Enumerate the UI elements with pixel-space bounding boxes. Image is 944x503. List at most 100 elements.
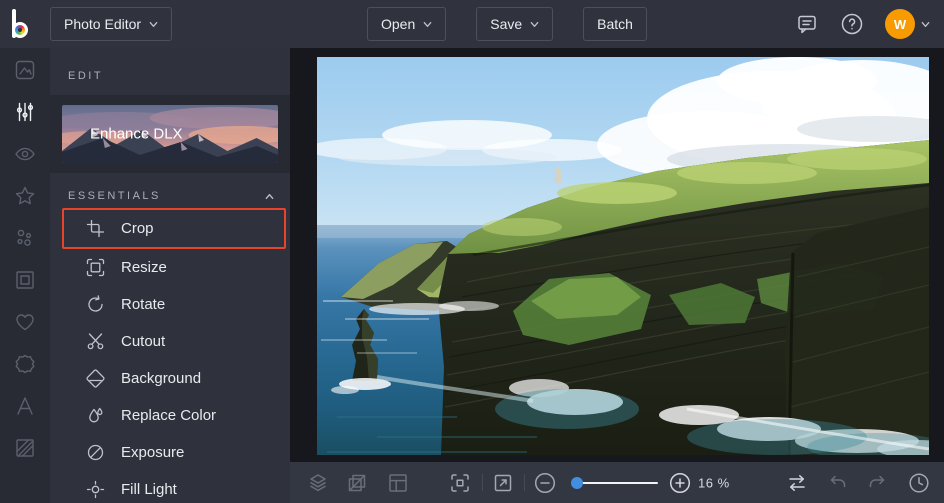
photo-editor-app: Photo Editor Open Save Batch W EDIT Enha… [0, 0, 944, 503]
zoom-out-button[interactable] [534, 472, 556, 494]
compare-button[interactable] [786, 472, 808, 494]
coastal-cliffs-photo[interactable] [317, 57, 929, 455]
item-label: Crop [121, 220, 154, 237]
effects-star-icon [15, 186, 35, 204]
menu-item-cutout[interactable]: Cutout [50, 323, 290, 360]
fit-to-screen-button[interactable] [449, 472, 471, 494]
zoom-in-button[interactable] [669, 472, 691, 494]
rail-text[interactable] [0, 385, 50, 426]
essentials-list: Crop Resize Rotate Cutout Background Rep… [50, 208, 290, 503]
toolbar-divider [524, 474, 525, 491]
topbar-right: W [795, 0, 930, 48]
menu-item-crop[interactable]: Crop [62, 208, 286, 249]
image-manager-icon [15, 60, 35, 79]
fill-light-icon [86, 480, 105, 499]
graphics-badge-icon [15, 354, 35, 373]
save-button[interactable]: Save [476, 7, 554, 41]
rail-graphics[interactable] [0, 343, 50, 384]
layout-icon [389, 473, 407, 492]
rail-edit[interactable] [0, 91, 50, 132]
item-label: Background [121, 370, 202, 387]
canvas-area [290, 48, 944, 462]
overlays-heart-icon [16, 313, 34, 330]
rail-effects[interactable] [0, 175, 50, 216]
item-label: Exposure [121, 444, 185, 461]
banner-container: Enhance DLX [50, 95, 290, 173]
item-label: Fill Light [121, 481, 177, 498]
zoom-out-icon [534, 472, 556, 493]
layers-button[interactable] [307, 472, 329, 494]
chevron-down-icon [423, 21, 432, 27]
chevron-down-icon [530, 21, 539, 27]
befunky-logo[interactable] [11, 9, 39, 39]
rail-overlays[interactable] [0, 301, 50, 342]
chevron-down-icon [921, 21, 930, 27]
history-icon [909, 472, 929, 493]
exposure-icon [87, 444, 104, 461]
artsy-circles-icon [17, 229, 32, 246]
avatar[interactable]: W [885, 9, 915, 39]
background-icon [86, 369, 105, 388]
chevron-up-icon [265, 193, 274, 199]
menu-item-rotate[interactable]: Rotate [50, 286, 290, 323]
canvas-transform-button[interactable] [346, 472, 368, 494]
open-in-new-icon [494, 474, 512, 491]
touch-up-eye-icon [15, 147, 35, 160]
menu-item-exposure[interactable]: Exposure [50, 434, 290, 471]
section-title: ESSENTIALS [68, 190, 161, 202]
batch-label: Batch [597, 16, 633, 32]
textures-icon [16, 438, 34, 457]
help-icon[interactable] [840, 12, 864, 36]
undo-button[interactable] [827, 472, 849, 494]
history-button[interactable] [908, 472, 930, 494]
banner-label: Enhance DLX [90, 125, 183, 143]
rail-touch-up[interactable] [0, 133, 50, 174]
rail-textures[interactable] [0, 427, 50, 468]
rail-artsy[interactable] [0, 217, 50, 258]
fit-to-screen-icon [451, 473, 469, 492]
layers-icon [310, 473, 326, 491]
toolbar-divider [482, 474, 483, 491]
open-button[interactable]: Open [367, 7, 447, 41]
logo-bowl [12, 22, 28, 38]
redo-button[interactable] [866, 472, 888, 494]
menu-item-background[interactable]: Background [50, 360, 290, 397]
tool-rail [0, 48, 50, 503]
batch-button[interactable]: Batch [583, 7, 647, 41]
redo-icon [869, 475, 885, 487]
crop-icon [86, 219, 105, 238]
item-label: Resize [121, 259, 167, 276]
layout-button[interactable] [387, 472, 409, 494]
enhance-dlx-banner[interactable]: Enhance DLX [62, 105, 278, 163]
save-label: Save [490, 16, 523, 32]
zoom-level: 16 % [698, 475, 730, 490]
photo-art [317, 57, 929, 455]
essentials-section-header[interactable]: ESSENTIALS [68, 190, 274, 202]
item-label: Replace Color [121, 407, 217, 424]
fullscreen-button[interactable] [492, 472, 514, 494]
app-menu-label: Photo Editor [64, 16, 142, 32]
replace-color-icon [89, 407, 103, 423]
file-actions: Open Save Batch [367, 7, 647, 41]
menu-item-fill-light[interactable]: Fill Light [50, 471, 290, 503]
cutout-icon [87, 333, 104, 350]
canvas-transform-icon [348, 474, 366, 491]
menu-item-replace-color[interactable]: Replace Color [50, 397, 290, 434]
rail-frames[interactable] [0, 259, 50, 300]
resize-icon [86, 258, 105, 277]
text-icon [17, 396, 33, 415]
edit-sliders-icon [16, 102, 34, 121]
menu-item-resize[interactable]: Resize [50, 249, 290, 286]
app-menu-button[interactable]: Photo Editor [50, 7, 173, 41]
panel-title: EDIT [68, 70, 104, 82]
item-label: Cutout [121, 333, 166, 350]
topbar: Photo Editor Open Save Batch W [0, 0, 944, 48]
zoom-slider-thumb[interactable] [571, 477, 583, 489]
open-label: Open [381, 16, 416, 32]
rail-image-manager[interactable] [0, 49, 50, 90]
edit-panel: EDIT Enhance DLX ESSENTIALS Crop Resize … [50, 48, 290, 503]
messages-icon[interactable] [795, 12, 819, 36]
account-menu[interactable]: W [885, 9, 930, 39]
zoom-in-icon [669, 472, 691, 493]
zoom-slider[interactable] [571, 477, 658, 489]
